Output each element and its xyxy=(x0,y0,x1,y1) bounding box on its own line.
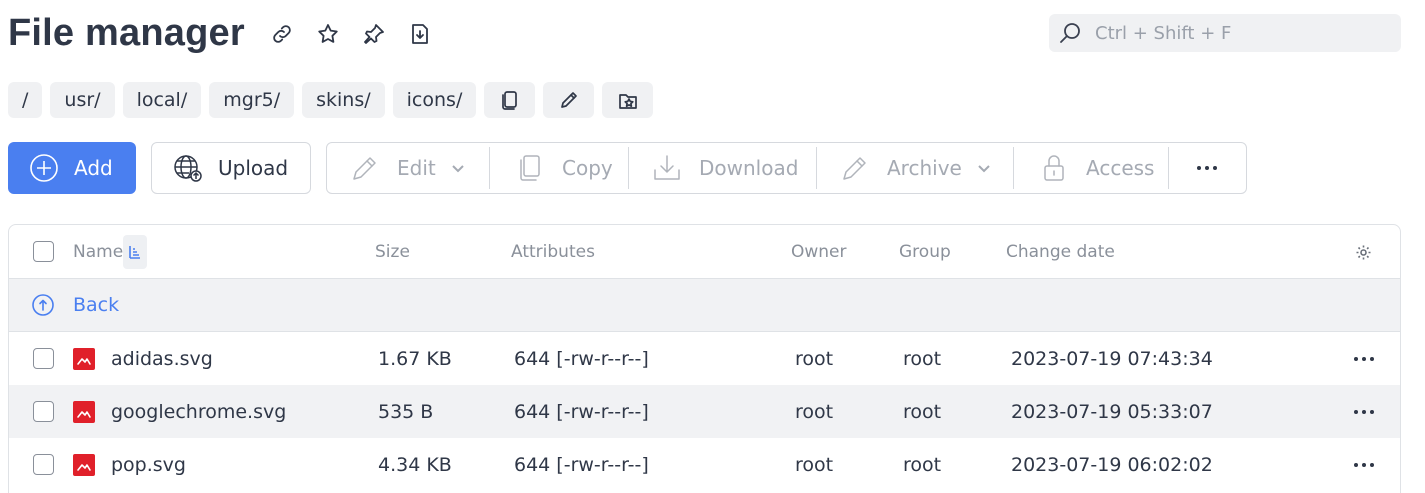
edit-button[interactable]: Edit xyxy=(327,143,489,193)
edit-path-button[interactable] xyxy=(543,82,595,118)
download-button-label: Download xyxy=(699,156,799,180)
image-file-icon xyxy=(73,400,95,423)
search-icon xyxy=(1060,23,1080,43)
file-attributes: 644 [-rw-r--r--] xyxy=(514,347,649,370)
search-box[interactable] xyxy=(1049,14,1401,52)
breadcrumb: / usr/ local/ mgr5/ skins/ icons/ xyxy=(8,82,654,118)
file-attributes: 644 [-rw-r--r--] xyxy=(514,400,649,423)
access-button-label: Access xyxy=(1086,156,1155,180)
file-size: 535 B xyxy=(378,400,434,423)
breadcrumb-root[interactable]: / xyxy=(8,82,43,118)
download-button[interactable]: Download xyxy=(629,143,816,193)
pencil-icon xyxy=(353,157,376,180)
copy-button-label: Copy xyxy=(562,156,613,180)
column-change-date[interactable]: Change date xyxy=(1006,242,1115,262)
file-owner: root xyxy=(795,400,834,423)
add-button[interactable]: Add xyxy=(8,142,136,194)
breadcrumb-local[interactable]: local/ xyxy=(122,82,202,118)
file-group: root xyxy=(903,453,942,476)
chevron-down-icon xyxy=(978,165,990,173)
plus-circle-icon xyxy=(30,154,58,182)
copy-button[interactable]: Copy xyxy=(490,143,628,193)
file-name[interactable]: adidas.svg xyxy=(111,348,213,370)
file-owner: root xyxy=(795,453,834,476)
upload-button-label: Upload xyxy=(218,156,289,180)
breadcrumb-mgr5[interactable]: mgr5/ xyxy=(209,82,295,118)
gear-icon[interactable] xyxy=(1355,244,1372,261)
copy-path-icon xyxy=(502,91,517,110)
upload-button[interactable]: Upload xyxy=(151,142,311,194)
column-owner[interactable]: Owner xyxy=(791,242,847,262)
back-label: Back xyxy=(73,294,120,316)
chevron-down-icon xyxy=(452,165,464,173)
file-table: Name Size Attributes Owner Group Change … xyxy=(8,224,1401,493)
pin-icon[interactable] xyxy=(358,18,390,50)
table-header: Name Size Attributes Owner Group Change … xyxy=(9,225,1400,279)
archive-button[interactable]: Archive xyxy=(817,143,1013,193)
search-input[interactable] xyxy=(1095,22,1385,44)
add-button-label: Add xyxy=(74,156,113,180)
access-button[interactable]: Access xyxy=(1014,143,1168,193)
edit-button-label: Edit xyxy=(397,156,436,180)
archive-pencil-icon xyxy=(843,157,866,180)
table-row[interactable]: googlechrome.svg 535 B 644 [-rw-r--r--] … xyxy=(9,385,1400,438)
file-date: 2023-07-19 05:33:07 xyxy=(1011,400,1213,423)
file-attributes: 644 [-rw-r--r--] xyxy=(514,453,649,476)
row-more-icon[interactable] xyxy=(1354,356,1374,361)
breadcrumb-skins[interactable]: skins/ xyxy=(302,82,385,118)
action-group: Edit Copy Download Archive Access xyxy=(326,142,1247,194)
download-icon xyxy=(654,155,680,180)
row-more-icon[interactable] xyxy=(1354,409,1374,414)
file-group: root xyxy=(903,347,942,370)
image-file-icon xyxy=(73,453,95,476)
column-name[interactable]: Name xyxy=(73,242,123,262)
file-size: 1.67 KB xyxy=(378,347,452,370)
title-actions xyxy=(266,18,436,50)
table-row[interactable]: adidas.svg 1.67 KB 644 [-rw-r--r--] root… xyxy=(9,332,1400,385)
globe-upload-icon xyxy=(174,155,202,182)
row-checkbox[interactable] xyxy=(33,348,54,369)
breadcrumb-usr[interactable]: usr/ xyxy=(50,82,115,118)
image-file-icon xyxy=(73,347,95,370)
row-checkbox[interactable] xyxy=(33,454,54,475)
save-download-icon[interactable] xyxy=(404,18,436,50)
lock-icon xyxy=(1044,155,1064,181)
favorite-folder-button[interactable] xyxy=(602,82,654,118)
breadcrumb-icons[interactable]: icons/ xyxy=(392,82,477,118)
sort-icon[interactable] xyxy=(123,235,147,269)
copy-path-button[interactable] xyxy=(484,82,536,118)
table-row[interactable]: pop.svg 4.34 KB 644 [-rw-r--r--] root ro… xyxy=(9,438,1400,491)
copy-icon xyxy=(520,155,540,181)
row-checkbox[interactable] xyxy=(33,401,54,422)
back-row[interactable]: Back xyxy=(9,279,1400,332)
back-arrow-icon xyxy=(32,294,54,316)
more-actions-button[interactable] xyxy=(1169,143,1245,193)
file-size: 4.34 KB xyxy=(378,453,452,476)
select-all-checkbox[interactable] xyxy=(33,241,54,262)
star-icon[interactable] xyxy=(312,18,344,50)
row-more-icon[interactable] xyxy=(1354,462,1374,467)
file-group: root xyxy=(903,400,942,423)
file-date: 2023-07-19 07:43:34 xyxy=(1011,347,1213,370)
archive-button-label: Archive xyxy=(887,156,962,180)
page-title: File manager xyxy=(8,12,245,54)
column-size[interactable]: Size xyxy=(375,242,410,262)
file-date: 2023-07-19 06:02:02 xyxy=(1011,453,1213,476)
column-attributes[interactable]: Attributes xyxy=(511,242,595,262)
more-dots-icon xyxy=(1197,166,1217,170)
edit-path-icon xyxy=(561,92,577,108)
file-name[interactable]: googlechrome.svg xyxy=(111,401,286,423)
link-icon[interactable] xyxy=(266,18,298,50)
file-name[interactable]: pop.svg xyxy=(111,454,186,476)
favorite-folder-icon xyxy=(619,94,637,109)
column-group[interactable]: Group xyxy=(899,242,951,262)
file-owner: root xyxy=(795,347,834,370)
